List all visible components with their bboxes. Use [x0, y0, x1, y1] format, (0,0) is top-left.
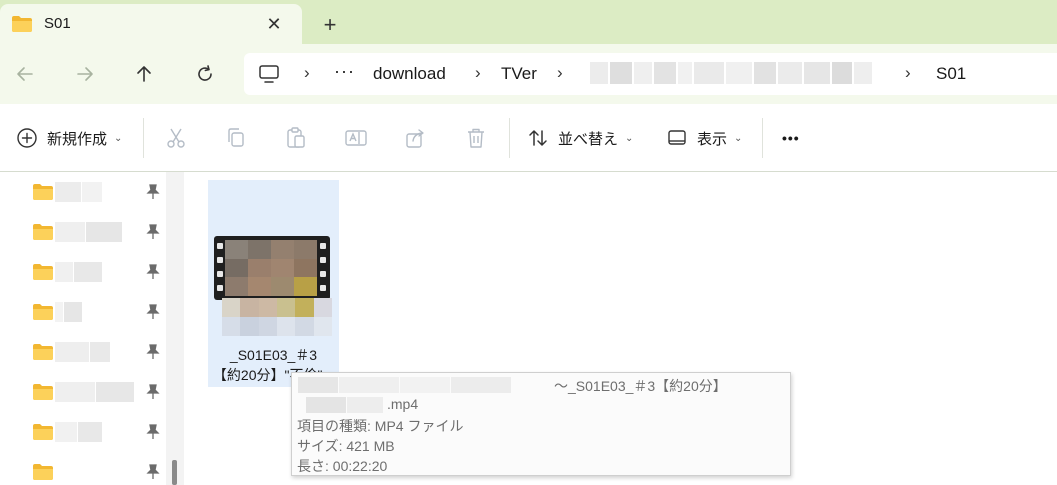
film-perforation-icon — [217, 243, 223, 291]
nav-item-folder[interactable] — [0, 454, 166, 485]
copy-icon[interactable] — [224, 126, 248, 150]
tab-strip: S01 ✕ + — [0, 0, 1057, 44]
pin-icon[interactable] — [146, 264, 160, 280]
arrow-up-icon — [137, 66, 151, 82]
nav-item-label-redacted — [55, 182, 102, 202]
delete-icon[interactable] — [464, 126, 488, 150]
folder-icon — [33, 264, 53, 280]
pin-icon[interactable] — [146, 184, 160, 200]
pin-icon[interactable] — [146, 464, 160, 480]
divider — [509, 118, 510, 158]
rename-icon[interactable] — [344, 126, 368, 150]
divider — [143, 118, 144, 158]
tooltip-filename: .mp4 — [387, 396, 419, 412]
chevron-down-icon: ⌄ — [114, 132, 123, 144]
forward-button[interactable] — [71, 60, 99, 88]
nav-item-label-redacted — [55, 382, 134, 402]
more-options-button[interactable]: ••• — [782, 124, 800, 152]
arrow-right-icon — [77, 67, 93, 81]
chevron-right-icon[interactable]: › — [304, 63, 310, 83]
tooltip-length: 長さ: 00:22:20 — [297, 458, 388, 474]
plus-circle-icon — [17, 128, 37, 148]
nav-item-folder[interactable] — [0, 174, 166, 214]
nav-item-label-redacted — [55, 422, 102, 442]
folder-icon — [33, 224, 53, 240]
file-name-line: _S01E03_＃3 — [229, 347, 318, 363]
folder-icon — [33, 384, 53, 400]
nav-item-label-redacted — [55, 302, 82, 322]
nav-item-label-redacted — [55, 222, 122, 242]
back-button[interactable] — [11, 60, 39, 88]
tooltip-size: サイズ: 421 MB — [297, 438, 395, 454]
pin-icon[interactable] — [146, 304, 160, 320]
nav-item-folder[interactable] — [0, 254, 166, 294]
divider — [762, 118, 763, 158]
pin-icon[interactable] — [146, 424, 160, 440]
breadcrumb-s01[interactable]: S01 — [936, 64, 966, 84]
cut-icon[interactable] — [164, 126, 188, 150]
arrow-left-icon — [17, 67, 33, 81]
folder-icon — [33, 184, 53, 200]
chevron-right-icon[interactable]: › — [475, 63, 481, 83]
monitor-icon[interactable] — [258, 64, 280, 84]
view-button-label: 表示 — [697, 130, 728, 148]
share-icon[interactable] — [404, 126, 428, 150]
file-tooltip: 〜_S01E03_＃3【約20分】 .mp4 項目の種類: MP4 ファイル サ… — [291, 372, 791, 476]
folder-icon — [33, 424, 53, 440]
refresh-icon — [198, 65, 212, 81]
folder-icon — [12, 16, 32, 32]
nav-item-folder[interactable] — [0, 294, 166, 334]
nav-item-label-redacted — [55, 342, 110, 362]
tab-title: S01 — [44, 15, 71, 32]
pin-icon[interactable] — [146, 344, 160, 360]
chevron-right-icon[interactable]: › — [557, 63, 563, 83]
pin-icon[interactable] — [146, 224, 160, 240]
breadcrumb-overflow[interactable]: ··· — [334, 61, 355, 82]
new-button-label: 新規作成 — [47, 130, 108, 148]
close-icon[interactable]: ✕ — [262, 12, 286, 36]
new-button[interactable]: 新規作成 ⌄ — [16, 124, 122, 152]
refresh-button[interactable] — [191, 60, 219, 88]
address-bar[interactable]: › ··· download › TVer › › S01 — [244, 53, 1057, 95]
tooltip-title-redacted — [298, 377, 511, 393]
view-icon — [668, 130, 686, 145]
command-bar: 新規作成 ⌄ 並べ替え ⌄ 表示 ⌄ ••• — [0, 104, 1057, 172]
thumbnail-redacted — [225, 240, 317, 296]
up-button[interactable] — [130, 60, 158, 88]
new-tab-button[interactable]: + — [316, 12, 344, 40]
breadcrumb-download[interactable]: download — [373, 64, 446, 84]
paste-icon[interactable] — [284, 126, 308, 150]
nav-item-folder[interactable] — [0, 334, 166, 374]
filename-redacted — [222, 298, 332, 336]
nav-scrollbar[interactable] — [166, 172, 184, 485]
sort-icon — [529, 130, 547, 146]
chevron-right-icon[interactable]: › — [905, 63, 911, 83]
view-button[interactable]: 表示 ⌄ — [666, 124, 742, 152]
tooltip-title: 〜_S01E03_＃3【約20分】 — [554, 378, 727, 394]
pin-icon[interactable] — [146, 384, 160, 400]
folder-icon — [33, 304, 53, 320]
chevron-down-icon: ⌄ — [625, 132, 634, 144]
nav-item-label-redacted — [55, 262, 102, 282]
nav-scrollbar-thumb[interactable] — [172, 460, 177, 485]
tab-s01[interactable]: S01 ✕ — [0, 4, 302, 44]
film-perforation-icon — [320, 243, 326, 291]
sort-button-label: 並べ替え — [558, 130, 619, 148]
breadcrumb-tver[interactable]: TVer — [501, 64, 537, 84]
nav-item-folder[interactable] — [0, 374, 166, 414]
tooltip-filename-redacted — [306, 397, 383, 413]
chevron-down-icon: ⌄ — [734, 132, 743, 144]
folder-icon — [33, 464, 53, 480]
address-row: › ··· download › TVer › › S01 — [0, 44, 1057, 104]
tooltip-type: 項目の種類: MP4 ファイル — [297, 418, 464, 434]
breadcrumb-redacted[interactable] — [590, 62, 880, 84]
folder-icon — [33, 344, 53, 360]
sort-button[interactable]: 並べ替え ⌄ — [527, 124, 633, 152]
nav-item-folder[interactable] — [0, 414, 166, 454]
more-icon: ••• — [782, 130, 800, 146]
nav-item-folder[interactable] — [0, 214, 166, 254]
